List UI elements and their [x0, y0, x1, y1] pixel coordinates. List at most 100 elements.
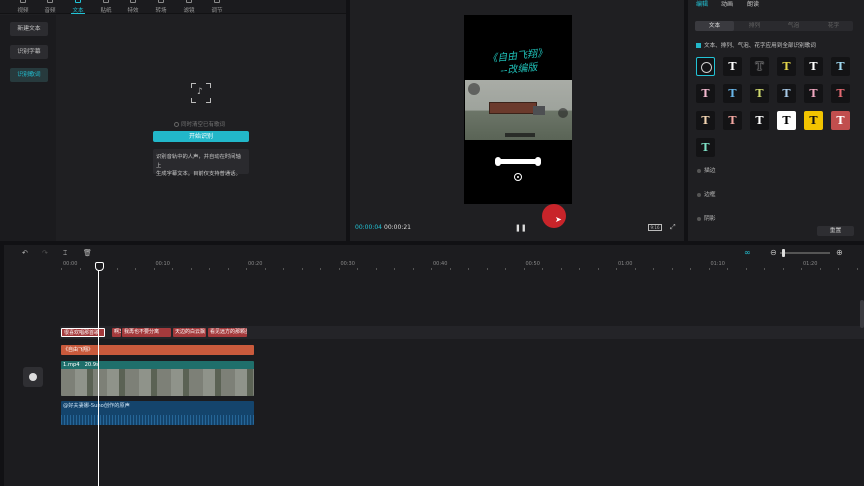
nav-sticker[interactable]: 贴纸 — [93, 0, 119, 14]
text-style-preset[interactable]: T — [750, 84, 769, 103]
start-recognition-button[interactable]: 开始识别 — [153, 131, 249, 142]
ruler-tick — [153, 268, 155, 270]
ruler-tick — [116, 268, 118, 270]
tab-arrange[interactable]: 排列 — [735, 21, 774, 31]
zoom-in-icon[interactable]: ⊕ — [836, 248, 843, 257]
text-style-preset[interactable]: T — [777, 111, 796, 130]
text-style-preset[interactable]: T — [696, 138, 715, 157]
section-stroke[interactable]: 描边 — [697, 165, 716, 174]
ruler-tick — [819, 268, 821, 270]
sidebar-item-recognize-subtitles[interactable]: 识别字幕 — [10, 45, 48, 59]
text-style-preset[interactable]: T — [723, 111, 742, 130]
fullscreen-icon[interactable]: ⤢ — [670, 223, 676, 232]
nav-filter[interactable]: 滤镜 — [176, 0, 202, 14]
redo-icon[interactable]: ↷ — [42, 249, 48, 257]
pause-icon[interactable]: ❚❚ — [515, 224, 527, 232]
ruler-tick-label: 00:30 — [340, 261, 355, 267]
recognition-tip: 识别音轨中的人声，并自动在时间轴上 生成字幕文本。目前仅支持普通话。 — [153, 149, 249, 177]
apply-all-checkbox[interactable]: 文本、排列、气泡、花字应用到全部识别歌词 — [696, 41, 816, 49]
tab-bubble[interactable]: 气泡 — [774, 21, 813, 31]
text-style-preset[interactable]: T — [804, 57, 823, 76]
aspect-ratio-button[interactable]: 9:16 — [648, 224, 662, 231]
subtitle-clip[interactable]: 我再也不要分离 — [122, 328, 171, 337]
text-style-preset[interactable]: T — [750, 111, 769, 130]
ruler-tick — [597, 268, 599, 270]
text-style-preset[interactable]: T — [750, 57, 769, 76]
subtitle-clip[interactable]: 啊3 — [112, 328, 121, 337]
video-icon — [20, 0, 26, 3]
undo-icon[interactable]: ↶ — [22, 249, 28, 257]
nav-effects[interactable]: 特效 — [120, 0, 146, 14]
sidebar-item-new-text[interactable]: 新建文本 — [10, 22, 48, 36]
section-shadow[interactable]: 阴影 — [697, 213, 716, 222]
ruler-tick — [338, 268, 340, 270]
split-icon[interactable]: ⌶ — [63, 249, 67, 258]
ruler-tick — [301, 268, 303, 270]
text-style-preset[interactable]: T — [831, 57, 850, 76]
nav-audio[interactable]: 音频 — [37, 0, 63, 14]
zoom-out-icon[interactable]: ⊖ — [770, 248, 777, 257]
playhead[interactable] — [95, 262, 104, 486]
ruler-tick — [634, 268, 636, 270]
text-style-preset[interactable]: T — [723, 84, 742, 103]
audio-clip[interactable]: @好夫妻娜-Suno创作的原声 — [61, 401, 254, 425]
ruler-tick — [61, 268, 62, 270]
text-style-preset[interactable]: T — [831, 84, 850, 103]
text-style-preset[interactable]: T — [696, 84, 715, 103]
current-time: 00:00:04 — [355, 224, 382, 231]
subtitle-clip[interactable]: 天边的白云飘 — [173, 328, 206, 337]
ruler-tick — [246, 268, 247, 270]
preset-none[interactable] — [696, 57, 715, 76]
ruler-tick — [653, 268, 654, 270]
text-style-preset[interactable]: T — [804, 84, 823, 103]
video-clip[interactable]: 1.mp4 20.9s — [61, 361, 254, 396]
text-style-preset[interactable]: T — [696, 111, 715, 130]
video-clip-duration: 20.9s — [84, 362, 99, 368]
filter-icon — [186, 0, 192, 3]
text-style-preset[interactable]: T — [831, 111, 850, 130]
text-style-preset[interactable]: T — [804, 111, 823, 130]
ruler-tick — [449, 268, 451, 270]
ruler-tick — [135, 268, 136, 270]
minimap-icon — [468, 83, 480, 95]
sidebar-item-recognize-lyrics[interactable]: 识别歌词 — [10, 68, 48, 82]
ruler-tick — [357, 268, 358, 270]
tab-text[interactable]: 文本 — [695, 21, 734, 31]
nav-text[interactable]: 文本 — [65, 0, 91, 14]
zoom-slider[interactable] — [780, 252, 830, 254]
ruler-tick — [801, 268, 802, 270]
text-style-preset[interactable]: T — [777, 84, 796, 103]
ruler-tick — [782, 268, 784, 270]
ruler-tick-label: 00:40 — [433, 261, 448, 267]
tab-fancy-text[interactable]: 花字 — [814, 21, 853, 31]
ruler-tick-label: 01:20 — [803, 261, 818, 267]
ruler-tick — [209, 268, 210, 270]
ruler-tick — [671, 268, 673, 270]
zoom-slider-handle[interactable] — [782, 249, 785, 257]
nav-video[interactable]: 视频 — [10, 0, 36, 14]
ruler-tick-label: 00:00 — [63, 261, 78, 267]
timeline-scrollbar[interactable] — [860, 300, 864, 328]
tab-edit[interactable]: 编辑 — [696, 0, 708, 8]
click-indicator — [542, 204, 566, 228]
ruler-tick — [579, 268, 580, 270]
nav-transition[interactable]: 转场 — [148, 0, 174, 14]
subtitle-clip[interactable]: 看见远方的那颗星 — [208, 328, 247, 337]
ruler-tick — [616, 268, 617, 270]
section-border[interactable]: 边框 — [697, 189, 716, 198]
cover-button[interactable] — [23, 367, 43, 387]
ruler-tick — [190, 268, 192, 270]
nav-adjust[interactable]: 调节 — [204, 0, 230, 14]
ruler-tick-label: 01:00 — [618, 261, 633, 267]
text-style-preset[interactable]: T — [777, 57, 796, 76]
link-icon[interactable]: ∞ — [744, 248, 751, 257]
ruler-tick — [283, 268, 284, 270]
text-clip[interactable]: 《自由飞翔》 — [61, 345, 254, 355]
tab-animation[interactable]: 动画 — [721, 0, 733, 8]
delete-icon[interactable]: 🗑 — [83, 249, 92, 257]
text-style-preset[interactable]: T — [723, 57, 742, 76]
clear-existing-checkbox[interactable]: 同时清空已有歌词 — [174, 120, 225, 128]
reset-button[interactable]: 重置 — [817, 226, 854, 236]
subtitle-placeholder[interactable] — [495, 157, 541, 166]
tab-read-aloud[interactable]: 朗读 — [747, 0, 759, 8]
